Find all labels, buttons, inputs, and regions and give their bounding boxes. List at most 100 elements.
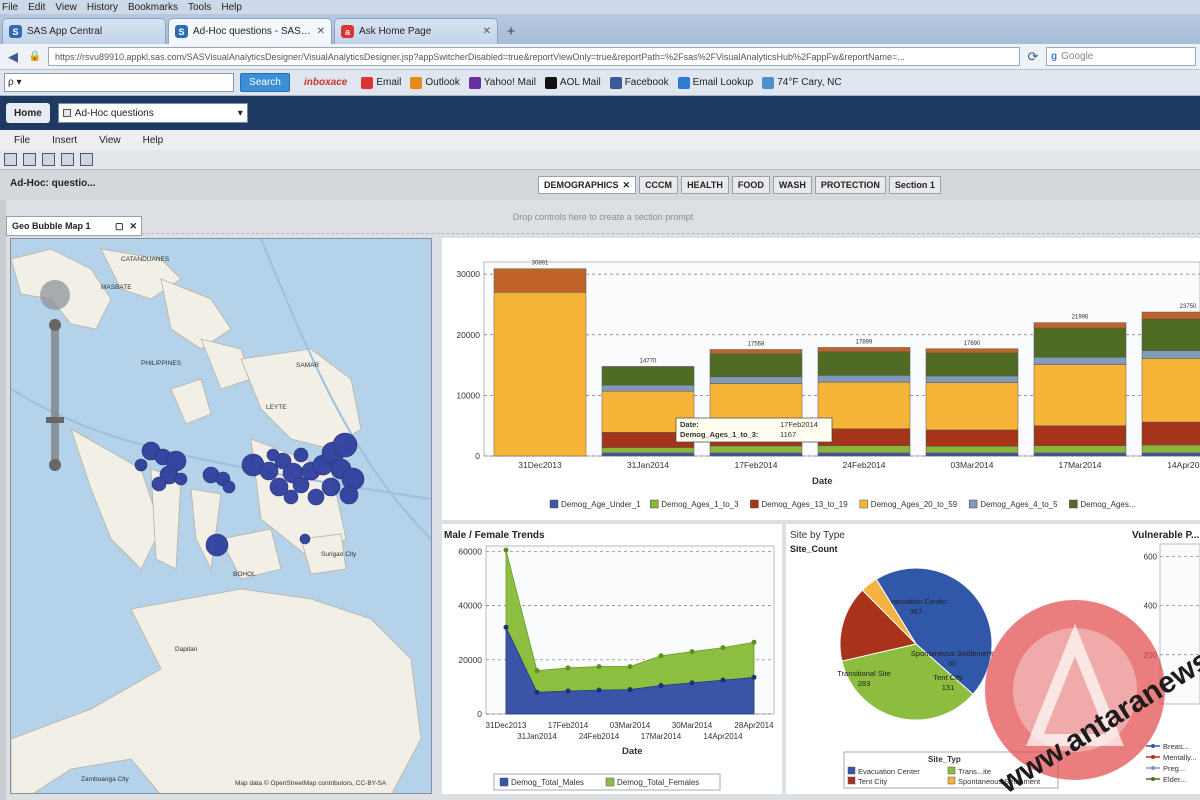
data-point[interactable]	[658, 683, 664, 689]
close-icon[interactable]: ✕	[483, 26, 491, 37]
bar-segment[interactable]	[925, 348, 1019, 354]
bar-segment[interactable]	[925, 452, 1019, 457]
browser-menu-edit[interactable]: Edit	[28, 2, 45, 13]
section-tab-wash[interactable]: WASH	[772, 176, 812, 194]
section-tab-demographics[interactable]: DEMOGRAPHICS ✕	[538, 176, 637, 194]
bar-segment[interactable]	[1141, 311, 1200, 320]
section-tab-health[interactable]: HEALTH	[681, 176, 729, 194]
bar-segment[interactable]	[817, 445, 911, 454]
data-point[interactable]	[689, 680, 695, 686]
sas-menu-insert[interactable]: Insert	[52, 135, 77, 146]
bar-segment[interactable]	[709, 452, 803, 457]
data-point[interactable]	[503, 547, 509, 553]
browser-menu-view[interactable]: View	[55, 2, 77, 13]
reload-icon[interactable]: ⟳	[1024, 48, 1042, 66]
data-point[interactable]	[534, 689, 540, 695]
data-point[interactable]	[720, 677, 726, 683]
vulnerable-population-chart[interactable]: Vulnerable P... 200 400 600 Breas... Mentall…	[1126, 524, 1200, 794]
browser-tab-sas-app-central[interactable]: S SAS App Central	[2, 18, 166, 44]
report-selector[interactable]: Ad-Hoc questions ▾	[57, 103, 248, 123]
bar-segment[interactable]	[709, 353, 803, 378]
bookmark-item[interactable]: Yahoo! Mail	[468, 76, 536, 89]
bar-segment[interactable]	[1033, 445, 1127, 454]
data-point[interactable]	[565, 665, 571, 671]
bar-segment[interactable]	[1141, 350, 1200, 359]
age-stacked-bar-chart[interactable]: 0 10000 20000 30000 30891 31Dec2013 14770 31Jan…	[442, 238, 1200, 520]
data-point[interactable]	[534, 668, 540, 674]
male-female-trends-chart[interactable]: Male / Female Trends 0 20000 40000 60000 31D…	[442, 524, 782, 794]
bar-segment[interactable]	[817, 347, 911, 352]
bar-segment[interactable]	[1141, 358, 1200, 423]
bar-segment[interactable]	[1141, 318, 1200, 351]
browser-menu-bookmarks[interactable]: Bookmarks	[128, 2, 178, 13]
data-point[interactable]	[658, 653, 664, 659]
bookmark-item[interactable]: Outlook	[410, 76, 460, 89]
bar-chart-svg[interactable]: 0 10000 20000 30000 30891 31Dec2013 14770 31Jan…	[442, 238, 1200, 520]
map-svg[interactable]: CATANDUANES MASBATE PHILIPPINES SAMAR LEYTE B…	[11, 239, 432, 794]
close-icon[interactable]: ✕	[317, 26, 325, 37]
section-tab-cccm[interactable]: CCCM	[639, 176, 679, 194]
bar-segment[interactable]	[1141, 444, 1200, 454]
new-icon[interactable]	[4, 153, 17, 166]
section-tab-section-1[interactable]: Section 1	[888, 176, 941, 194]
bar-segment[interactable]	[709, 445, 803, 454]
zoom-in-button[interactable]	[49, 319, 61, 331]
bar-segment[interactable]	[817, 351, 911, 376]
bar-segment[interactable]	[601, 452, 695, 457]
bookmark-item[interactable]: AOL Mail	[544, 76, 601, 89]
maximize-icon[interactable]: ▢	[115, 221, 124, 232]
section-tab-protection[interactable]: PROTECTION	[814, 176, 886, 194]
bar-segment[interactable]	[925, 446, 1019, 454]
browser-menu-file[interactable]: File	[2, 2, 18, 13]
data-point[interactable]	[565, 688, 571, 694]
pie-chart-svg[interactable]: Evacuation Center367Transitional Site283…	[786, 524, 1126, 794]
bar-segment[interactable]	[817, 375, 911, 383]
zoom-slider-track[interactable]	[51, 319, 59, 469]
bar-segment[interactable]	[1033, 356, 1127, 365]
save-icon[interactable]	[42, 153, 55, 166]
bar-segment[interactable]	[1033, 452, 1127, 457]
bar-segment[interactable]	[925, 429, 1019, 447]
data-point[interactable]	[751, 674, 757, 680]
zoom-out-button[interactable]	[49, 459, 61, 471]
data-point[interactable]	[596, 687, 602, 693]
data-point[interactable]	[596, 664, 602, 670]
bar-segment[interactable]	[925, 382, 1019, 431]
vulnerable-chart-svg[interactable]: 200 400 600 Breas... Mentally... Preg... Elder…	[1126, 524, 1200, 794]
bookmark-item[interactable]: Email	[361, 76, 401, 89]
open-folder-icon[interactable]	[23, 153, 36, 166]
bar-segment[interactable]	[1033, 327, 1127, 358]
close-icon[interactable]: ✕	[129, 221, 137, 232]
area-chart-svg[interactable]: 0 20000 40000 60000 31Dec2013 17Feb2014 03Mar2…	[442, 524, 782, 794]
data-point[interactable]	[627, 687, 633, 693]
bar-segment[interactable]	[925, 375, 1019, 383]
bar-segment[interactable]	[493, 292, 587, 457]
section-tab-food[interactable]: FOOD	[731, 176, 770, 194]
bar-segment[interactable]	[601, 366, 695, 386]
bar-segment[interactable]	[709, 349, 803, 354]
bookmark-item[interactable]: Email Lookup	[677, 76, 753, 89]
browser-tab-adhoc-questions[interactable]: S Ad-Hoc questions - SAS Vi... ✕	[168, 18, 332, 44]
bar-segment[interactable]	[817, 452, 911, 457]
browser-menu-history[interactable]: History	[87, 2, 118, 13]
close-icon[interactable]: ✕	[623, 180, 631, 191]
data-point[interactable]	[720, 645, 726, 651]
bar-segment[interactable]	[493, 268, 587, 293]
browser-menu-tools[interactable]: Tools	[188, 2, 211, 13]
data-point[interactable]	[751, 639, 757, 645]
data-point[interactable]	[503, 624, 509, 630]
bar-segment[interactable]	[601, 384, 695, 392]
pan-control[interactable]	[40, 280, 70, 310]
print-icon[interactable]	[61, 153, 74, 166]
data-point[interactable]	[627, 664, 633, 670]
bar-segment[interactable]	[1141, 452, 1200, 457]
bar-segment[interactable]	[1141, 421, 1200, 446]
bar-segment[interactable]	[601, 447, 695, 454]
google-search-field[interactable]: g Google	[1046, 47, 1196, 66]
toolbar-search-button[interactable]: Search	[240, 73, 290, 92]
bar-segment[interactable]	[1033, 425, 1127, 446]
toolbar-search-input[interactable]: ρ ▾	[4, 73, 234, 92]
bar-segment[interactable]	[1033, 322, 1127, 329]
url-bar[interactable]: https://rsvu89910.appkl.sas.com/SASVisua…	[48, 47, 1020, 66]
browser-tab-ask-home[interactable]: a Ask Home Page ✕	[334, 18, 498, 44]
